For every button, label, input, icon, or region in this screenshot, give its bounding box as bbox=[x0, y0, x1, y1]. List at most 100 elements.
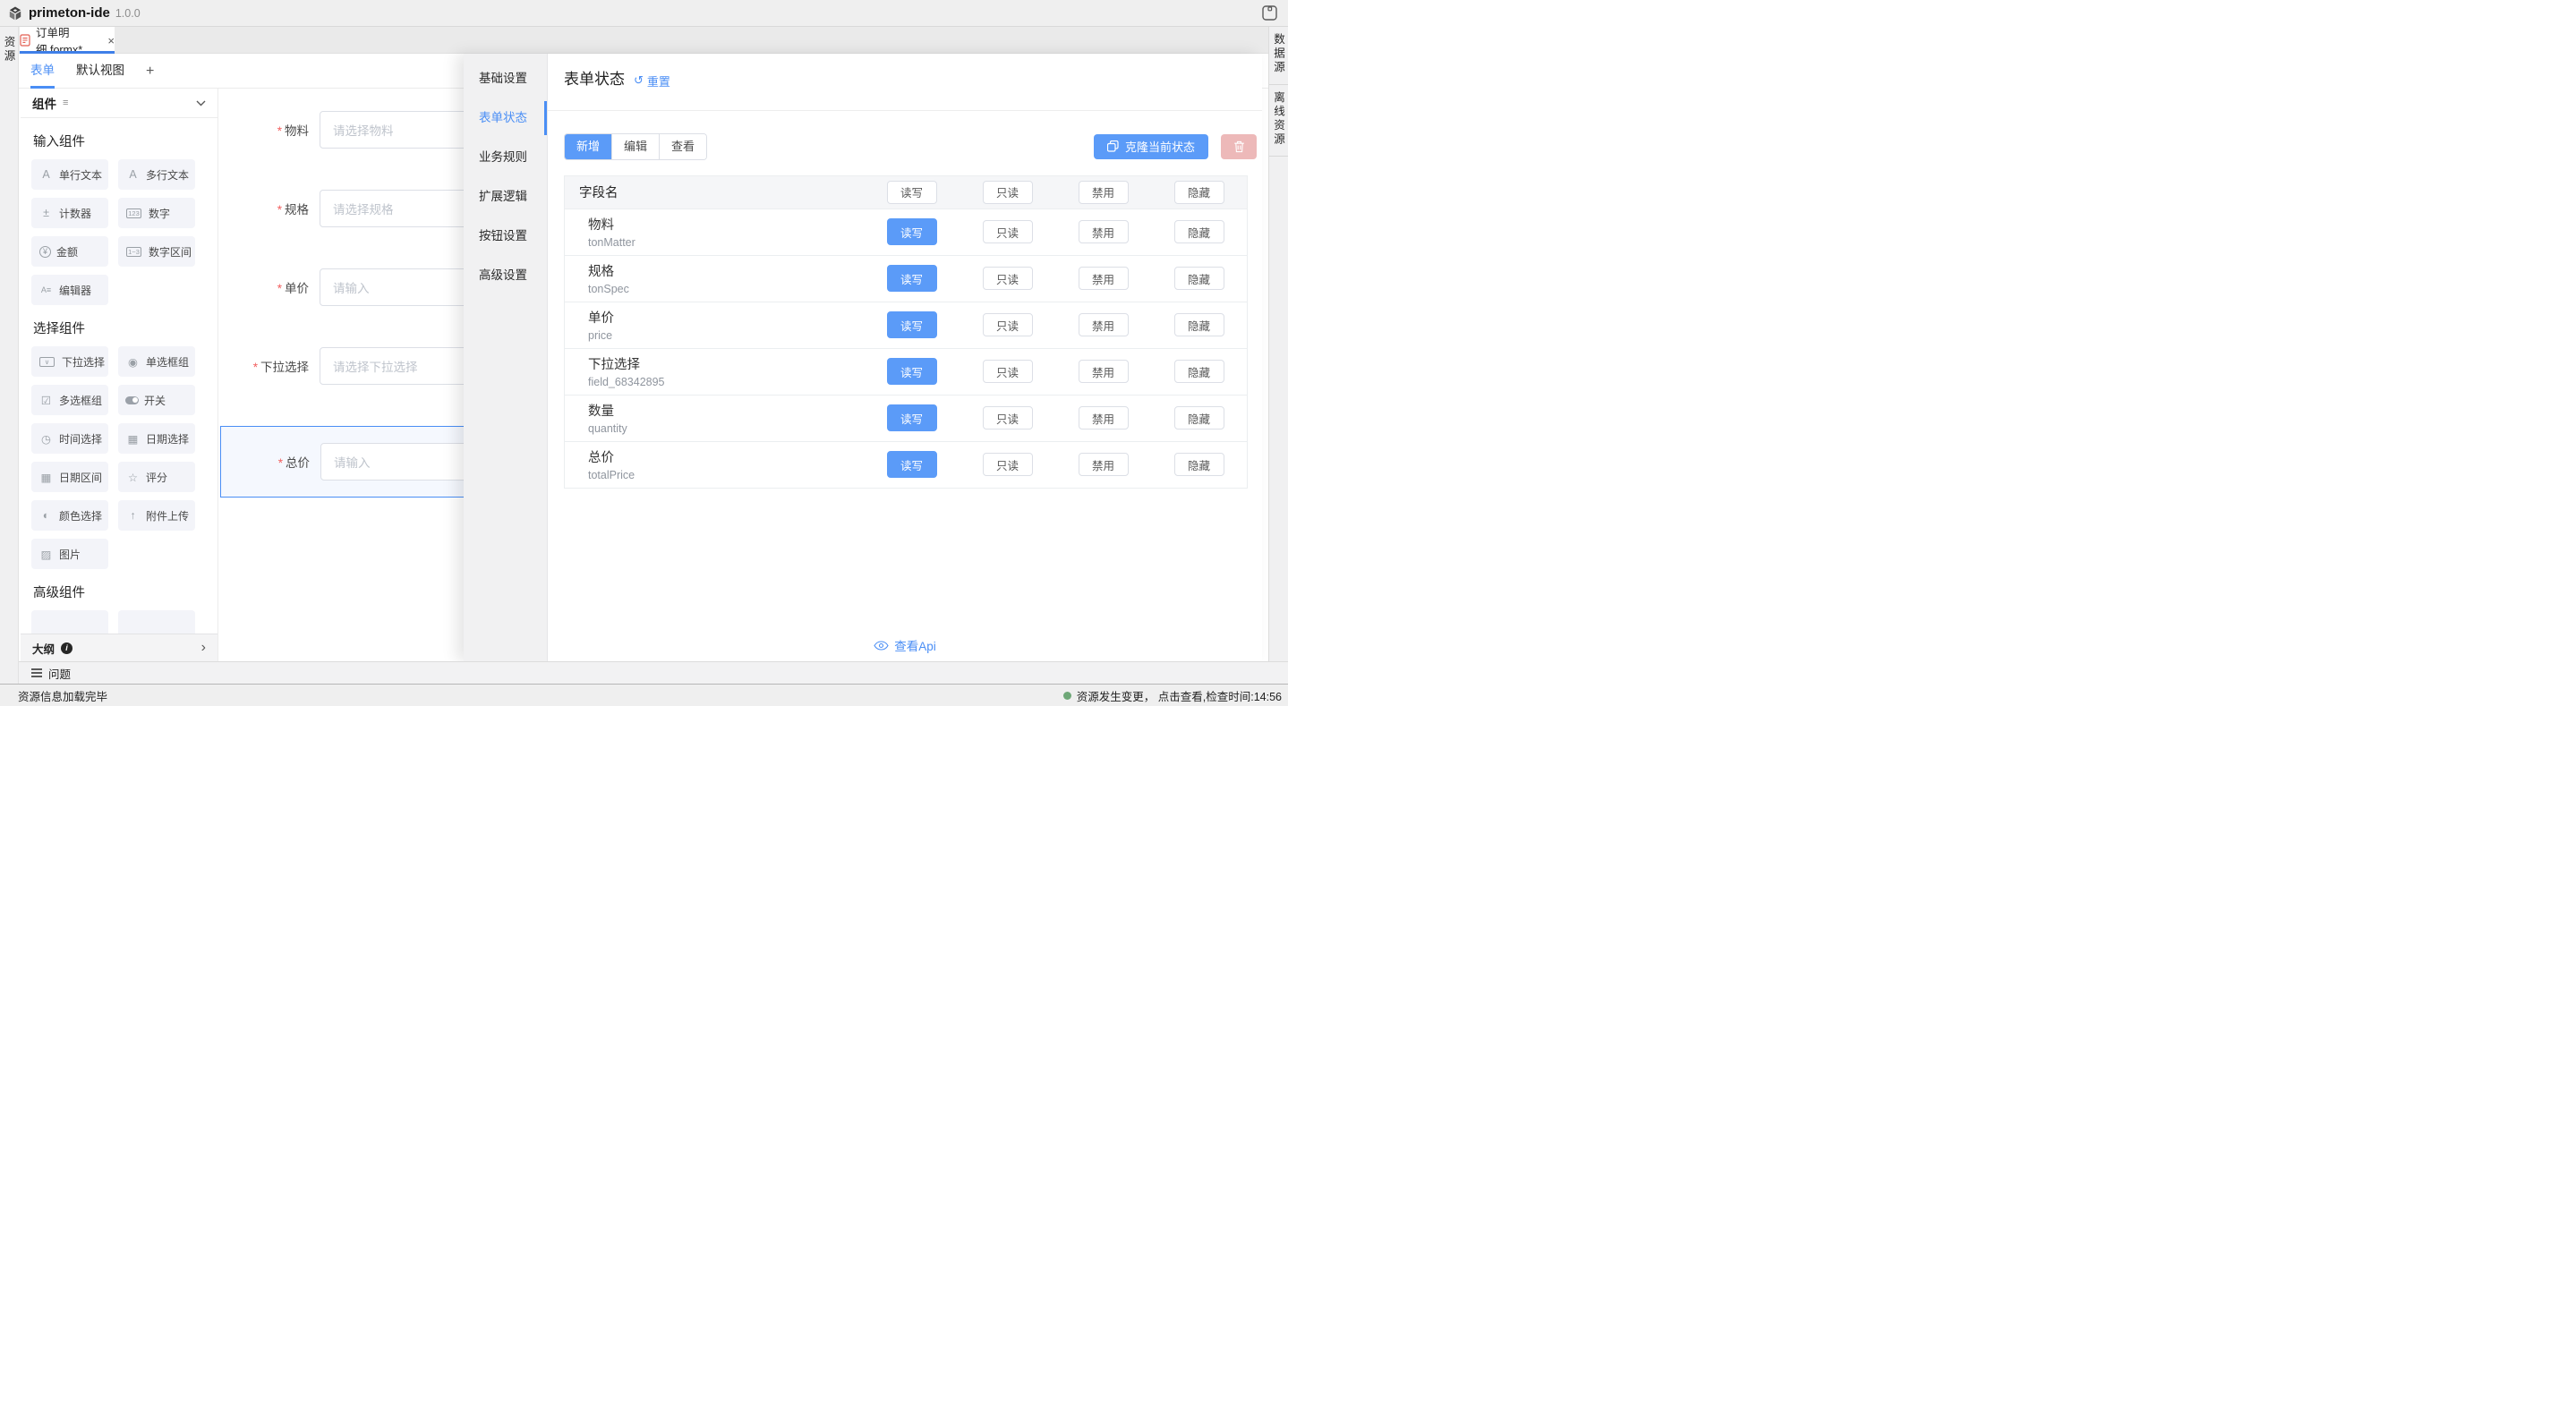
component-item[interactable]: ▦ 日期选择 bbox=[118, 423, 195, 454]
state-readonly-button[interactable]: 只读 bbox=[983, 360, 1033, 383]
mode-tab[interactable]: 编辑 bbox=[611, 134, 659, 159]
state-disabled-button[interactable]: 禁用 bbox=[1079, 267, 1129, 290]
component-item[interactable]: ↑ 附件上传 bbox=[118, 500, 195, 531]
components-panel-title: 组件 bbox=[32, 94, 56, 112]
component-item[interactable]: A 单行文本 bbox=[31, 159, 108, 190]
state-option-header-button[interactable]: 隐藏 bbox=[1174, 181, 1224, 204]
right-strip-tab[interactable]: 离线资源 bbox=[1269, 85, 1288, 157]
component-item[interactable]: 123 数字 bbox=[118, 198, 195, 228]
component-item[interactable]: A≡ 编辑器 bbox=[31, 275, 108, 305]
close-icon[interactable]: × bbox=[107, 35, 115, 47]
state-hidden-button[interactable]: 隐藏 bbox=[1174, 220, 1224, 243]
status-message-right[interactable]: 资源发生变更， 点击查看,检查时间:14:56 bbox=[1063, 687, 1282, 704]
state-readwrite-button[interactable]: 读写 bbox=[887, 358, 937, 385]
component-item[interactable]: ▨ 图片 bbox=[31, 539, 108, 569]
text-multi-icon: A bbox=[125, 168, 141, 181]
settings-nav-item[interactable]: 扩展逻辑 bbox=[464, 177, 547, 217]
chevron-down-icon[interactable] bbox=[196, 100, 206, 106]
component-item[interactable]: ◉ 单选框组 bbox=[118, 346, 195, 377]
state-readonly-button[interactable]: 只读 bbox=[983, 267, 1033, 290]
settings-nav-item[interactable]: 表单状态 bbox=[464, 98, 547, 138]
center-region: 表单 默认视图 + 组件 ≡ 输入组件 A 单行文本 A bbox=[19, 54, 1268, 661]
status-right-text: 资源发生变更， 点击查看,检查时间:14:56 bbox=[1077, 687, 1282, 704]
component-item[interactable]: 1~3 数字区间 bbox=[118, 236, 195, 267]
state-readwrite-button[interactable]: 读写 bbox=[887, 265, 937, 292]
outline-bar[interactable]: 大纲 i › bbox=[21, 634, 218, 661]
field-code: tonSpec bbox=[588, 283, 864, 295]
settings-nav-item[interactable]: 基础设置 bbox=[464, 59, 547, 98]
field-label: *单价 bbox=[218, 278, 320, 296]
state-hidden-button[interactable]: 隐藏 bbox=[1174, 360, 1224, 383]
file-tab-bar: 订单明细.formx* × bbox=[19, 27, 1268, 54]
component-item[interactable] bbox=[118, 610, 195, 634]
state-disabled-button[interactable]: 禁用 bbox=[1079, 360, 1129, 383]
component-item[interactable]: ☆ 评分 bbox=[118, 462, 195, 492]
clone-state-button[interactable]: 克隆当前状态 bbox=[1094, 134, 1208, 159]
resources-strip-label[interactable]: 资源 bbox=[1, 36, 18, 64]
table-row: 总价 totalPrice 读写 只读 禁用 隐藏 bbox=[565, 441, 1247, 488]
right-strip-tab[interactable]: 数据源 bbox=[1269, 27, 1288, 85]
component-item-label: 颜色选择 bbox=[59, 508, 102, 523]
state-hidden-button[interactable]: 隐藏 bbox=[1174, 406, 1224, 430]
field-placeholder: 请选择物料 bbox=[333, 121, 394, 139]
state-disabled-button[interactable]: 禁用 bbox=[1079, 313, 1129, 336]
delete-state-button[interactable] bbox=[1221, 134, 1257, 159]
add-view-button[interactable]: + bbox=[146, 55, 154, 88]
state-readonly-button[interactable]: 只读 bbox=[983, 406, 1033, 430]
settings-overlay: 基础设置 表单状态 业务规则 扩展逻辑 按钮设置 高级设置 表单状态 ↺ 重置 bbox=[464, 54, 1262, 661]
problems-bar[interactable]: 问题 bbox=[19, 661, 1288, 684]
resources-strip[interactable]: 资源 bbox=[0, 27, 19, 684]
state-readwrite-button[interactable]: 读写 bbox=[887, 451, 937, 478]
view-tab[interactable]: 表单 bbox=[30, 54, 55, 89]
component-item[interactable]: ◐ 颜色选择 bbox=[31, 500, 108, 531]
state-disabled-button[interactable]: 禁用 bbox=[1079, 406, 1129, 430]
state-hidden-button[interactable]: 隐藏 bbox=[1174, 313, 1224, 336]
component-item[interactable]: ∨ 下拉选择 bbox=[31, 346, 108, 377]
state-option-header-button[interactable]: 只读 bbox=[983, 181, 1033, 204]
field-name: 下拉选择 bbox=[588, 354, 864, 373]
text-single-icon: A bbox=[38, 168, 54, 181]
components-sidebar: 组件 ≡ 输入组件 A 单行文本 A 多行文本 ± 计数器 bbox=[21, 89, 218, 661]
state-disabled-button[interactable]: 禁用 bbox=[1079, 453, 1129, 476]
settings-nav-item[interactable]: 高级设置 bbox=[464, 256, 547, 295]
column-header-field-name: 字段名 bbox=[565, 183, 864, 201]
mode-tab[interactable]: 新增 bbox=[565, 134, 611, 159]
rating-icon: ☆ bbox=[125, 471, 141, 484]
state-disabled-button[interactable]: 禁用 bbox=[1079, 220, 1129, 243]
state-hidden-button[interactable]: 隐藏 bbox=[1174, 267, 1224, 290]
state-readwrite-button[interactable]: 读写 bbox=[887, 311, 937, 338]
save-window-icon[interactable] bbox=[1262, 5, 1277, 21]
settings-nav-item[interactable]: 业务规则 bbox=[464, 138, 547, 177]
panel-menu-icon[interactable]: ≡ bbox=[63, 98, 68, 108]
component-item[interactable] bbox=[31, 610, 108, 634]
file-tab-order-detail[interactable]: 订单明细.formx* × bbox=[20, 27, 115, 54]
component-item[interactable]: 开关 bbox=[118, 385, 195, 415]
state-hidden-button[interactable]: 隐藏 bbox=[1174, 453, 1224, 476]
component-item[interactable]: A 多行文本 bbox=[118, 159, 195, 190]
field-name-cell: 物料 tonMatter bbox=[565, 215, 864, 249]
component-item[interactable]: ▦ 日期区间 bbox=[31, 462, 108, 492]
component-item-label: 数字 bbox=[149, 206, 170, 221]
state-readonly-button[interactable]: 只读 bbox=[983, 313, 1033, 336]
state-readonly-button[interactable]: 只读 bbox=[983, 220, 1033, 243]
component-item[interactable]: ◷ 时间选择 bbox=[31, 423, 108, 454]
view-api-link[interactable]: 查看Api bbox=[548, 636, 1262, 654]
reset-button[interactable]: ↺ 重置 bbox=[634, 72, 670, 89]
chevron-right-icon[interactable]: › bbox=[201, 641, 206, 655]
field-label: *物料 bbox=[218, 121, 320, 139]
state-option-header-button[interactable]: 禁用 bbox=[1079, 181, 1129, 204]
mode-tab[interactable]: 查看 bbox=[659, 134, 706, 159]
state-option-header-button[interactable]: 读写 bbox=[887, 181, 937, 204]
list-icon bbox=[31, 668, 42, 677]
state-readwrite-button[interactable]: 读写 bbox=[887, 218, 937, 245]
view-tab[interactable]: 默认视图 bbox=[76, 54, 124, 89]
settings-nav-item[interactable]: 按钮设置 bbox=[464, 217, 547, 256]
field-name-cell: 单价 price bbox=[565, 308, 864, 342]
component-item[interactable]: ± 计数器 bbox=[31, 198, 108, 228]
problems-label: 问题 bbox=[48, 665, 71, 682]
state-readonly-button[interactable]: 只读 bbox=[983, 453, 1033, 476]
state-readwrite-button[interactable]: 读写 bbox=[887, 404, 937, 431]
component-item[interactable]: ☑ 多选框组 bbox=[31, 385, 108, 415]
component-item[interactable]: ¥ 金额 bbox=[31, 236, 108, 267]
component-item-label: 日期区间 bbox=[59, 470, 102, 485]
